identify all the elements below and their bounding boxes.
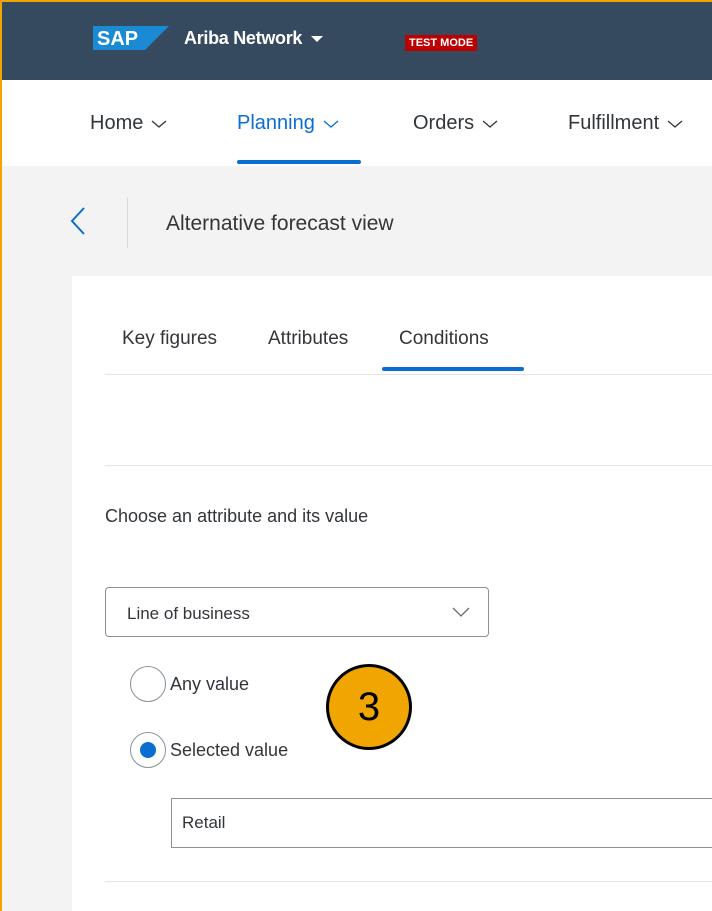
attribute-instruction: Choose an attribute and its value [105,506,369,526]
radio-any-value[interactable]: Any value [130,666,249,702]
selected-value-input[interactable] [172,799,712,847]
nav-orders[interactable]: Orders [413,112,498,135]
step-number-marker: 3 [326,664,412,750]
nav-orders-label: Orders [413,112,475,134]
bottom-divider [105,881,712,882]
radio-button[interactable] [130,732,166,768]
shell-bar: SAP Ariba Network TEST MODE [0,0,712,80]
test-mode-badge: TEST MODE [405,35,478,51]
nav-planning[interactable]: Planning [237,112,339,135]
top-navigation: Home Planning Orders Fulfillment [0,80,712,166]
nav-active-indicator [237,160,361,164]
page-title: Alternative forecast view [166,212,394,235]
nav-home-label: Home [90,112,144,134]
network-name: Ariba Network [184,28,303,48]
radio-selected-value[interactable]: Selected value [130,732,288,768]
attribute-select-value: Line of business [127,604,250,623]
sap-logo-text: SAP [97,28,138,50]
network-switcher[interactable]: Ariba Network [184,28,324,49]
nav-planning-label: Planning [237,112,315,134]
chevron-down-icon [667,120,683,128]
attribute-select[interactable]: Line of business [105,587,489,637]
back-arrow-icon[interactable] [66,206,90,236]
tab-active-indicator [382,367,524,371]
caret-down-icon [311,35,324,42]
tab-conditions[interactable]: Conditions [399,328,489,350]
chevron-down-icon [151,120,167,128]
page-header: Alternative forecast view [0,166,712,276]
tab-bar-divider [105,374,712,375]
nav-fulfillment-label: Fulfillment [568,112,660,134]
chevron-down-icon [452,607,470,617]
nav-fulfillment[interactable]: Fulfillment [568,112,683,135]
selected-value-field[interactable] [171,798,712,848]
sap-logo[interactable]: SAP [93,26,169,50]
tab-attributes[interactable]: Attributes [268,328,348,350]
chevron-down-icon [482,120,498,128]
radio-any-value-label: Any value [170,673,250,694]
chevron-down-icon [323,120,339,128]
nav-home[interactable]: Home [90,112,167,135]
radio-selected-value-label: Selected value [170,739,289,760]
tab-key-figures[interactable]: Key figures [122,328,217,350]
conditions-card: Key figures Attributes Conditions Choose… [72,276,712,911]
header-divider [127,198,128,248]
section-divider [105,465,712,466]
radio-button[interactable] [130,666,166,702]
